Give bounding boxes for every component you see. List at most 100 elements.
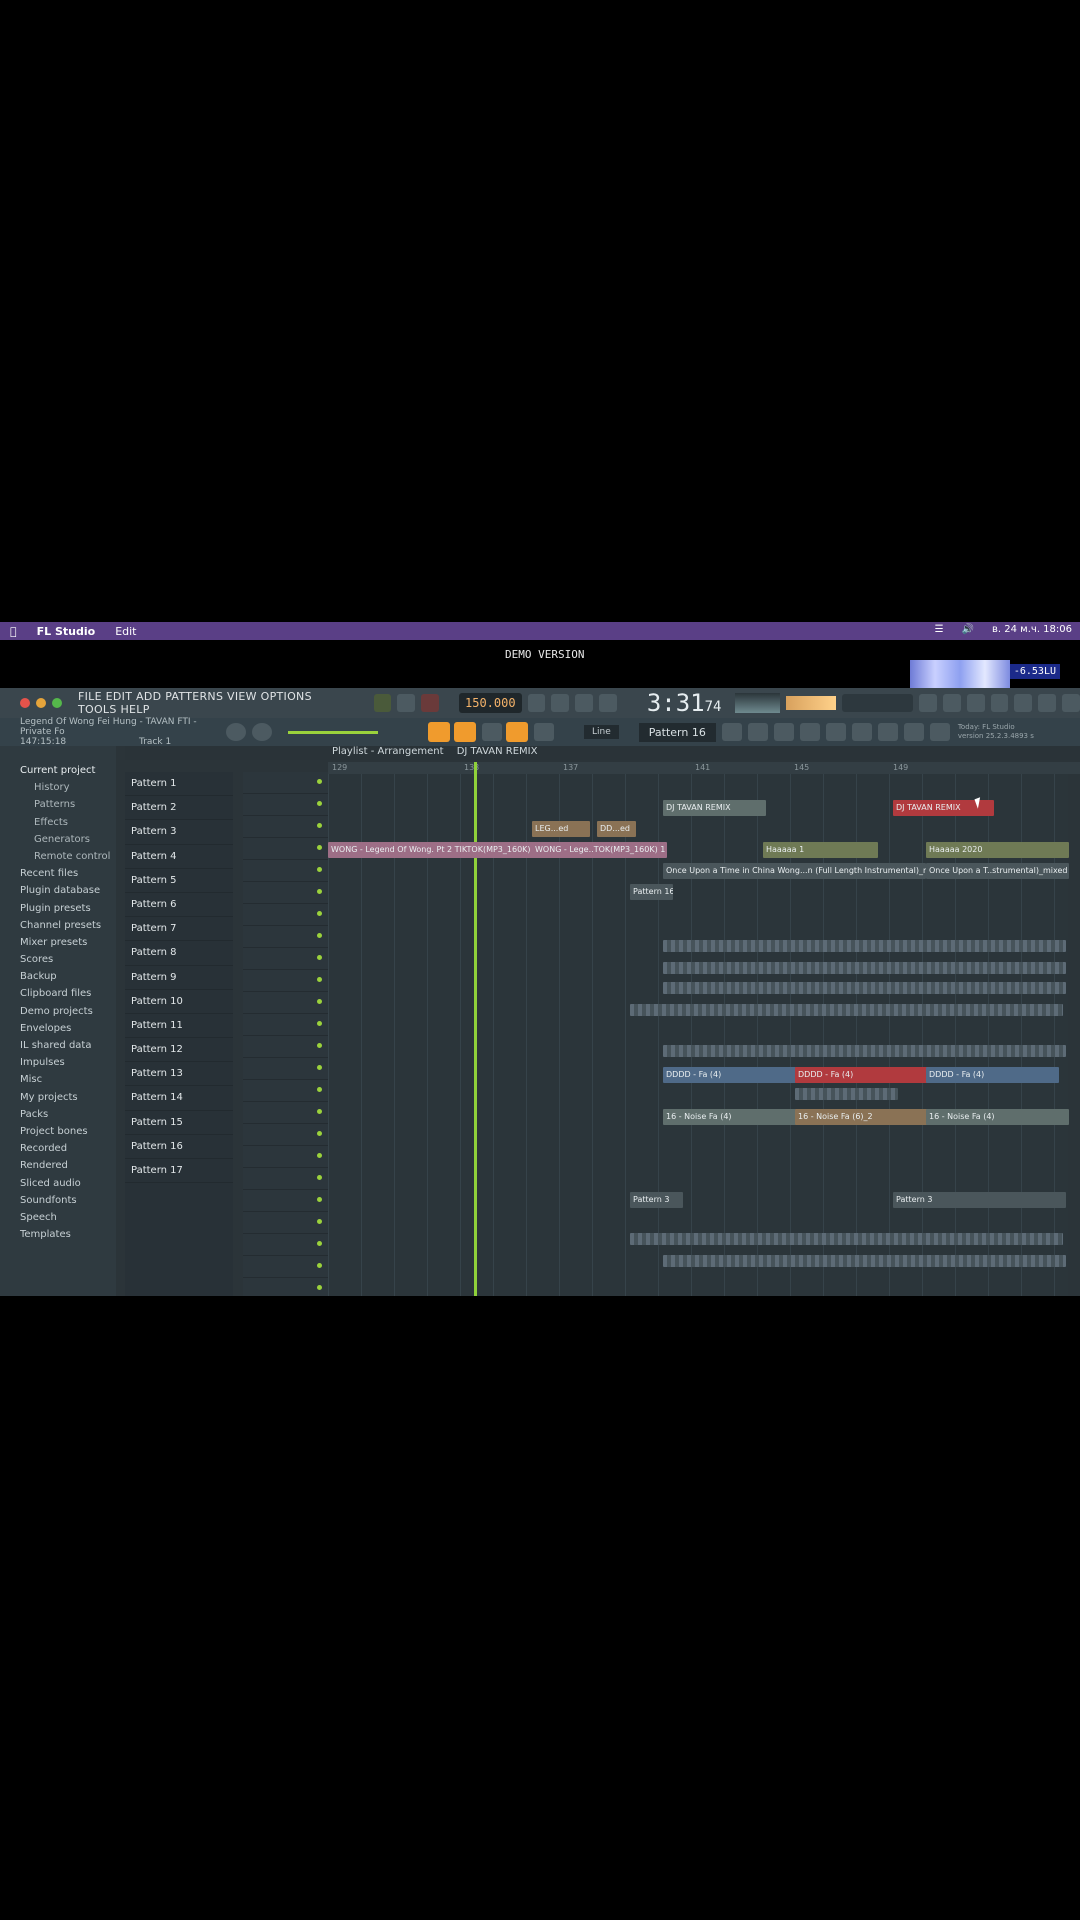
pattern-clip-strip[interactable] — [630, 1004, 1063, 1016]
power-icon[interactable] — [919, 694, 938, 712]
help-icon[interactable] — [990, 694, 1009, 712]
browser-item[interactable]: Misc — [0, 1071, 116, 1088]
playlist-clip[interactable]: Haaaaa 1 — [763, 842, 878, 858]
pattern-item[interactable]: Pattern 11 — [125, 1014, 233, 1039]
track-header[interactable] — [243, 1058, 328, 1080]
browser-item[interactable]: Plugin presets — [0, 900, 116, 917]
channel-rack-icon[interactable] — [773, 723, 794, 741]
browser-item[interactable]: Envelopes — [0, 1020, 116, 1037]
pattern-item[interactable]: Pattern 10 — [125, 990, 233, 1014]
track-header[interactable] — [243, 948, 328, 970]
track-header[interactable] — [243, 816, 328, 838]
mic-icon[interactable] — [966, 694, 985, 712]
playlist-clip[interactable]: WONG - Lege..TOK(MP3_160K) 1 — [532, 842, 667, 858]
playlist-clip[interactable]: DDDD - Fa (4) — [795, 1067, 930, 1083]
browser-item[interactable]: Recorded — [0, 1140, 116, 1157]
snap-selector[interactable]: Line — [584, 725, 619, 739]
master-pitch-knob[interactable] — [226, 723, 246, 741]
track-header[interactable] — [243, 838, 328, 860]
app-name-menu[interactable]: FL Studio — [37, 625, 96, 638]
arrangement-name[interactable]: DJ TAVAN REMIX — [457, 746, 538, 757]
pattern-item[interactable]: Pattern 12 — [125, 1038, 233, 1063]
pattern-item[interactable]: Pattern 5 — [125, 869, 233, 893]
playlist-clip[interactable]: DDDD - Fa (4) — [663, 1067, 796, 1083]
master-volume-knob[interactable] — [252, 723, 272, 741]
close-window-icon[interactable] — [20, 698, 30, 708]
browser-item[interactable]: Channel presets — [0, 917, 116, 934]
pattern-item[interactable]: Pattern 1 — [125, 772, 233, 797]
pattern-item[interactable]: Pattern 13 — [125, 1062, 233, 1087]
wait-input-icon[interactable] — [551, 694, 570, 712]
touch-keyboard-icon[interactable] — [877, 723, 898, 741]
pattern-clip-strip[interactable] — [663, 982, 1066, 994]
track-header[interactable] — [243, 992, 328, 1014]
track-header[interactable] — [243, 1256, 328, 1278]
track-header[interactable] — [243, 1212, 328, 1234]
playlist-clip[interactable]: 16 - Noise Fa (6)_2 — [795, 1109, 928, 1125]
piano-roll-icon[interactable] — [747, 723, 768, 741]
cut-icon[interactable] — [943, 694, 961, 712]
plugin-picker-icon[interactable] — [851, 723, 872, 741]
browser-icon[interactable] — [825, 723, 846, 741]
tempo-tapper-icon[interactable] — [903, 723, 924, 741]
playlist-clip[interactable]: 16 - Noise Fa (4) — [926, 1109, 1069, 1125]
pattern-item[interactable]: Pattern 8 — [125, 941, 233, 966]
track-header[interactable] — [243, 1168, 328, 1190]
stamp-tool-icon[interactable] — [534, 723, 554, 741]
pattern-clip-strip[interactable] — [663, 940, 1066, 952]
pattern-item[interactable]: Pattern 16 — [125, 1135, 233, 1159]
browser-item[interactable]: Scores — [0, 951, 116, 968]
render-icon[interactable] — [1038, 694, 1057, 712]
pattern-item[interactable]: Pattern 14 — [125, 1086, 233, 1111]
track-header[interactable] — [243, 1014, 328, 1036]
pattern-clip-strip[interactable] — [663, 1045, 1066, 1057]
link-tool-icon[interactable] — [506, 722, 528, 742]
browser-item[interactable]: Effects — [0, 814, 116, 831]
browser-item[interactable]: History — [0, 779, 116, 796]
browser-item[interactable]: Clipboard files — [0, 985, 116, 1002]
maximize-window-icon[interactable] — [52, 698, 62, 708]
playlist-clip[interactable]: DDDD - Fa (4) — [926, 1067, 1059, 1083]
pattern-item[interactable]: Pattern 7 — [125, 917, 233, 942]
track-header[interactable] — [243, 1278, 328, 1296]
track-header[interactable] — [243, 882, 328, 904]
track-header[interactable] — [243, 860, 328, 882]
pattern-item[interactable]: Pattern 15 — [125, 1111, 233, 1135]
browser-item[interactable]: Recent files — [0, 865, 116, 882]
playlist-clip[interactable]: Once Upon a Time in China Wong...n (Full… — [663, 863, 926, 879]
browser-item[interactable]: Packs — [0, 1106, 116, 1123]
countdown-icon[interactable] — [575, 694, 594, 712]
browser-item[interactable]: My projects — [0, 1089, 116, 1106]
browser-item[interactable]: Patterns — [0, 796, 116, 813]
track-header[interactable] — [243, 1036, 328, 1058]
playlist-clip[interactable]: Pattern 3 — [893, 1192, 1066, 1208]
pattern-selector[interactable]: Pattern 16 — [638, 722, 716, 742]
pattern-clip-strip[interactable] — [663, 962, 1066, 974]
clock-text[interactable]: в. 24 м.ч. 18:06 — [992, 624, 1072, 635]
browser-item[interactable]: IL shared data — [0, 1037, 116, 1054]
playlist-clip[interactable]: Pattern 16 — [630, 884, 673, 900]
pattern-item[interactable]: Pattern 4 — [125, 845, 233, 869]
playlist-clip[interactable]: LEG...ed — [532, 821, 590, 837]
pattern-clip-strip[interactable] — [630, 1233, 1063, 1245]
track-header[interactable] — [243, 772, 328, 794]
track-header[interactable] — [243, 1146, 328, 1168]
browser-item[interactable]: Backup — [0, 968, 116, 985]
playlist-clip[interactable]: Once Upon a T..strumental)_mixed — [926, 863, 1069, 879]
pattern-clip-strip[interactable] — [663, 1255, 1066, 1267]
track-header[interactable] — [243, 1124, 328, 1146]
pattern-item[interactable]: Pattern 3 — [125, 820, 233, 845]
pattern-clip-strip[interactable] — [795, 1088, 898, 1100]
fl-main-menu[interactable]: FILE EDIT ADD PATTERNS VIEW OPTIONS TOOL… — [78, 690, 354, 716]
track-header[interactable] — [243, 1080, 328, 1102]
browser-item[interactable]: Rendered — [0, 1157, 116, 1174]
timeline-ruler[interactable]: 129 133 137 141 145 149 — [328, 762, 1080, 774]
draw-tool-icon[interactable] — [482, 723, 502, 741]
browser-item[interactable]: Demo projects — [0, 1003, 116, 1020]
play-button[interactable] — [373, 694, 392, 712]
pattern-item[interactable]: Pattern 17 — [125, 1159, 233, 1184]
track-header[interactable] — [243, 926, 328, 948]
tempo-display[interactable]: 150.000 — [459, 693, 522, 713]
browser-item[interactable]: Mixer presets — [0, 934, 116, 951]
playlist-clip[interactable]: Haaaaa 2020 — [926, 842, 1069, 858]
